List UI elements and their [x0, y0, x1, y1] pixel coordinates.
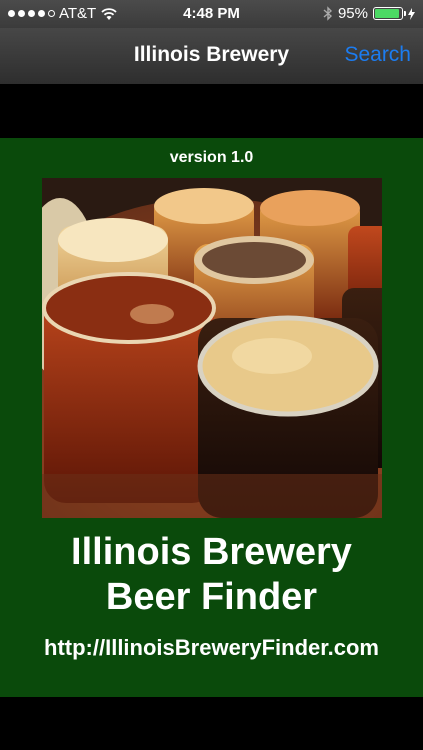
app-title-line-1: Illinois Brewery	[71, 531, 352, 573]
battery-fill	[375, 9, 399, 18]
battery-status: 95%	[323, 5, 415, 22]
bottom-spacer	[0, 697, 423, 750]
status-bar: AT&T 4:48 PM 95%	[0, 0, 423, 28]
app-title-line-2: Beer Finder	[105, 576, 318, 618]
website-url[interactable]: http://IllinoisBreweryFinder.com	[0, 635, 423, 661]
navigation-bar: Illinois Brewery Search	[0, 28, 423, 84]
beer-flight-photo	[42, 178, 382, 518]
battery-percent: 95%	[337, 5, 368, 22]
battery-icon	[373, 7, 406, 20]
search-button[interactable]: Search	[344, 43, 411, 67]
charging-bolt-icon	[408, 7, 415, 20]
version-label: version 1.0	[169, 149, 254, 166]
beer-glasses-illustration	[42, 178, 382, 518]
bluetooth-icon	[323, 6, 332, 21]
splash-panel: version 1.0 Illinois Brewery Beer Finder…	[0, 138, 423, 697]
battery-nub	[404, 11, 406, 16]
top-spacer	[0, 84, 423, 138]
